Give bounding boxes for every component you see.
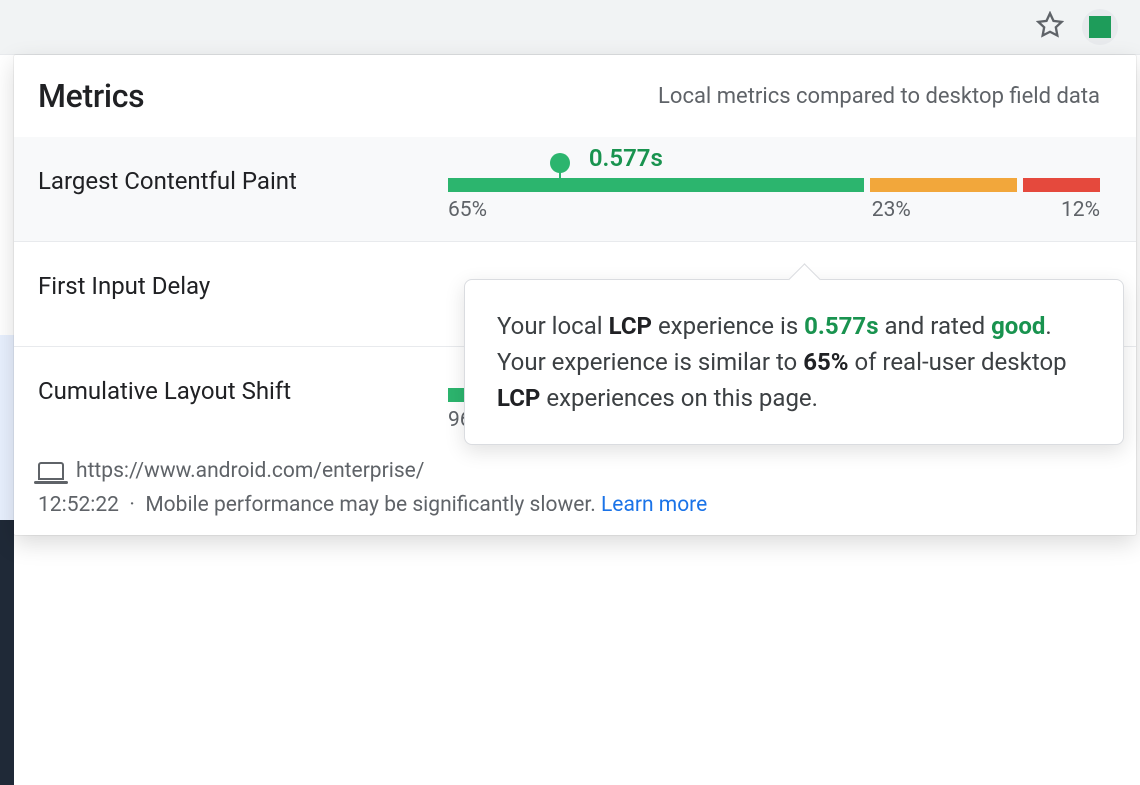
laptop-icon <box>38 462 64 480</box>
web-vitals-extension-icon <box>1089 16 1111 38</box>
segment-pct-label: 23% <box>872 198 911 222</box>
web-vitals-panel: Metrics Local metrics compared to deskto… <box>14 55 1136 535</box>
page-background-right <box>1136 55 1140 785</box>
metric-label: First Input Delay <box>38 272 448 300</box>
segment-poor <box>1023 178 1100 192</box>
panel-title: Metrics <box>38 77 144 115</box>
segment-pct-label: 12% <box>1061 198 1100 222</box>
metric-label: Largest Contentful Paint <box>38 167 448 195</box>
metric-label: Cumulative Layout Shift <box>38 377 448 405</box>
tooltip-rating: good <box>991 312 1045 340</box>
segment-pct-label: 65% <box>448 198 487 222</box>
tooltip-abbr-lcp: LCP <box>609 312 652 340</box>
capture-time: 12:52:22 <box>38 493 119 517</box>
panel-footer: https://www.android.com/enterprise/ 12:5… <box>14 459 1136 517</box>
segment-ni <box>870 178 1017 192</box>
local-value: 0.577s <box>589 144 663 172</box>
page-background-left <box>0 55 14 785</box>
mobile-warning-text: Mobile performance may be significantly … <box>145 493 595 517</box>
local-value-marker <box>559 157 561 192</box>
extension-badge[interactable] <box>1082 9 1118 45</box>
tooltip-percentile: 65% <box>803 348 848 376</box>
browser-toolbar <box>0 0 1140 55</box>
tooltip-local-value: 0.577s <box>804 312 878 340</box>
segment-good <box>448 178 864 192</box>
lcp-explanation-tooltip: Your local LCP experience is 0.577s and … <box>464 279 1124 445</box>
page-url: https://www.android.com/enterprise/ <box>76 459 424 483</box>
metric-row-largest-contentful-paint[interactable]: Largest Contentful Paint65%23%12%0.577s <box>14 137 1136 242</box>
bookmark-star-icon[interactable] <box>1036 11 1064 43</box>
panel-subtitle: Local metrics compared to desktop field … <box>658 84 1100 109</box>
metric-distribution-chart: 65%23%12%0.577s <box>448 168 1100 194</box>
learn-more-link[interactable]: Learn more <box>601 493 707 517</box>
panel-header: Metrics Local metrics compared to deskto… <box>14 55 1136 137</box>
